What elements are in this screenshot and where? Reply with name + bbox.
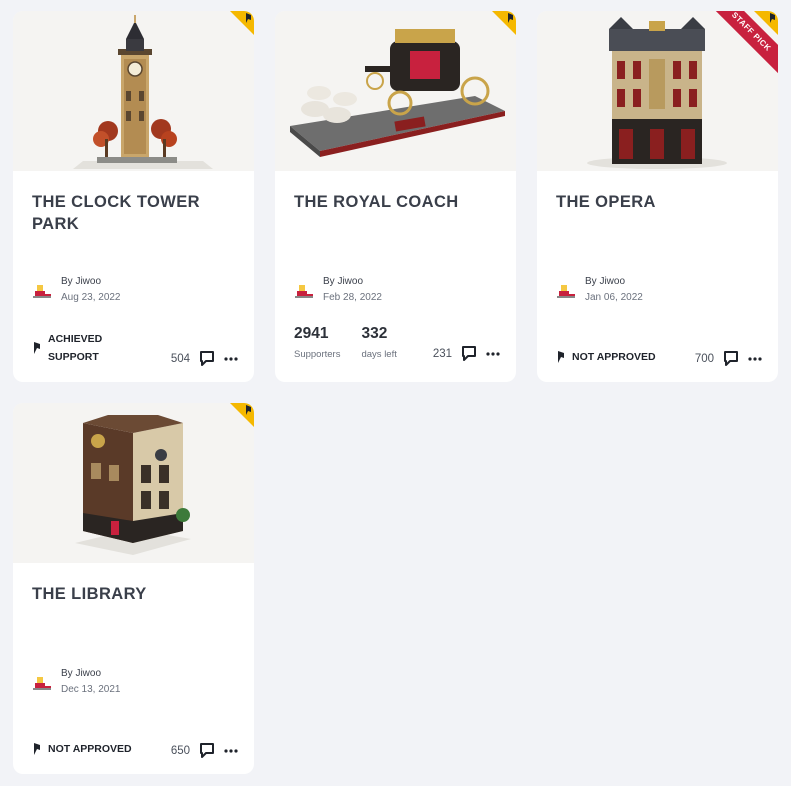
author-info[interactable]: By Jiwoo Dec 13, 2021 <box>32 667 121 699</box>
more-options-icon[interactable] <box>486 351 500 356</box>
status-flag-icon <box>34 742 40 755</box>
status-flag-icon <box>34 341 40 354</box>
status-text: ACHIEVED SUPPORT <box>48 333 103 363</box>
project-thumbnail[interactable] <box>13 11 254 171</box>
project-card-library[interactable]: THE LIBRARY By Jiwoo Dec 13, 2021 NOT AP… <box>13 403 254 774</box>
project-status: ACHIEVED SUPPORT <box>32 330 128 366</box>
comment-count: 231 <box>432 347 452 360</box>
post-date: Aug 23, 2022 <box>61 292 121 303</box>
comment-count: 650 <box>170 744 190 757</box>
avatar <box>33 285 51 298</box>
support-stats: 2941 Supporters 332 days left <box>294 324 418 366</box>
project-status: NOT APPROVED <box>556 348 656 366</box>
more-options-icon[interactable] <box>224 356 238 361</box>
author-info[interactable]: By Jiwoo Feb 28, 2022 <box>294 275 382 307</box>
author-name[interactable]: By Jiwoo <box>61 275 121 289</box>
comment-icon[interactable] <box>199 351 215 366</box>
status-text: NOT APPROVED <box>48 743 132 755</box>
days-left-label: days left <box>361 349 397 360</box>
project-card-clock-tower-park[interactable]: THE CLOCK TOWER PARK By Jiwoo Aug 23, 20… <box>13 11 254 382</box>
comment-icon[interactable] <box>461 346 477 361</box>
card-footer: NOT APPROVED 650 <box>32 740 238 758</box>
post-date: Feb 28, 2022 <box>323 292 382 303</box>
card-footer: ACHIEVED SUPPORT 504 <box>32 330 238 366</box>
comment-count: 504 <box>170 352 190 365</box>
featured-flag-icon <box>230 11 254 35</box>
project-title[interactable]: THE OPERA <box>556 191 761 213</box>
post-date: Dec 13, 2021 <box>61 684 121 695</box>
more-options-icon[interactable] <box>748 356 762 361</box>
author-info[interactable]: By Jiwoo Jan 06, 2022 <box>556 275 643 307</box>
project-title[interactable]: THE LIBRARY <box>32 583 237 605</box>
comment-icon[interactable] <box>199 743 215 758</box>
days-left-count: 332 <box>361 325 388 342</box>
comment-icon[interactable] <box>723 351 739 366</box>
royal-coach-image <box>275 11 516 171</box>
project-thumbnail[interactable] <box>275 11 516 171</box>
comment-count: 700 <box>694 352 714 365</box>
more-options-icon[interactable] <box>224 748 238 753</box>
project-thumbnail[interactable] <box>13 403 254 563</box>
project-title[interactable]: THE CLOCK TOWER PARK <box>32 191 237 235</box>
author-name[interactable]: By Jiwoo <box>323 275 382 289</box>
avatar <box>557 285 575 298</box>
featured-flag-icon <box>230 403 254 427</box>
author-info[interactable]: By Jiwoo Aug 23, 2022 <box>32 275 121 307</box>
project-title[interactable]: THE ROYAL COACH <box>294 191 499 213</box>
card-footer: NOT APPROVED 700 <box>556 348 762 366</box>
days-left-stat: 332 days left <box>361 324 396 366</box>
featured-flag-icon <box>754 11 778 35</box>
avatar <box>295 285 313 298</box>
featured-flag-icon <box>492 11 516 35</box>
clock-tower-image <box>13 11 254 171</box>
project-thumbnail[interactable]: STAFF PICK <box>537 11 778 171</box>
project-card-opera[interactable]: STAFF PICK THE OPERA By Jiwoo Jan 06, 20… <box>537 11 778 382</box>
status-flag-icon <box>558 350 564 363</box>
project-card-royal-coach[interactable]: THE ROYAL COACH By Jiwoo Feb 28, 2022 29… <box>275 11 516 382</box>
author-name[interactable]: By Jiwoo <box>585 275 643 289</box>
supporters-count: 2941 <box>294 325 329 342</box>
project-grid: THE CLOCK TOWER PARK By Jiwoo Aug 23, 20… <box>13 11 778 774</box>
author-name[interactable]: By Jiwoo <box>61 667 121 681</box>
post-date: Jan 06, 2022 <box>585 292 643 303</box>
avatar <box>33 677 51 690</box>
library-image <box>13 403 254 563</box>
supporters-stat: 2941 Supporters <box>294 324 340 366</box>
supporters-label: Supporters <box>294 349 341 360</box>
card-tools: 231 <box>433 346 500 361</box>
project-status: NOT APPROVED <box>32 740 132 758</box>
status-text: NOT APPROVED <box>572 351 656 363</box>
